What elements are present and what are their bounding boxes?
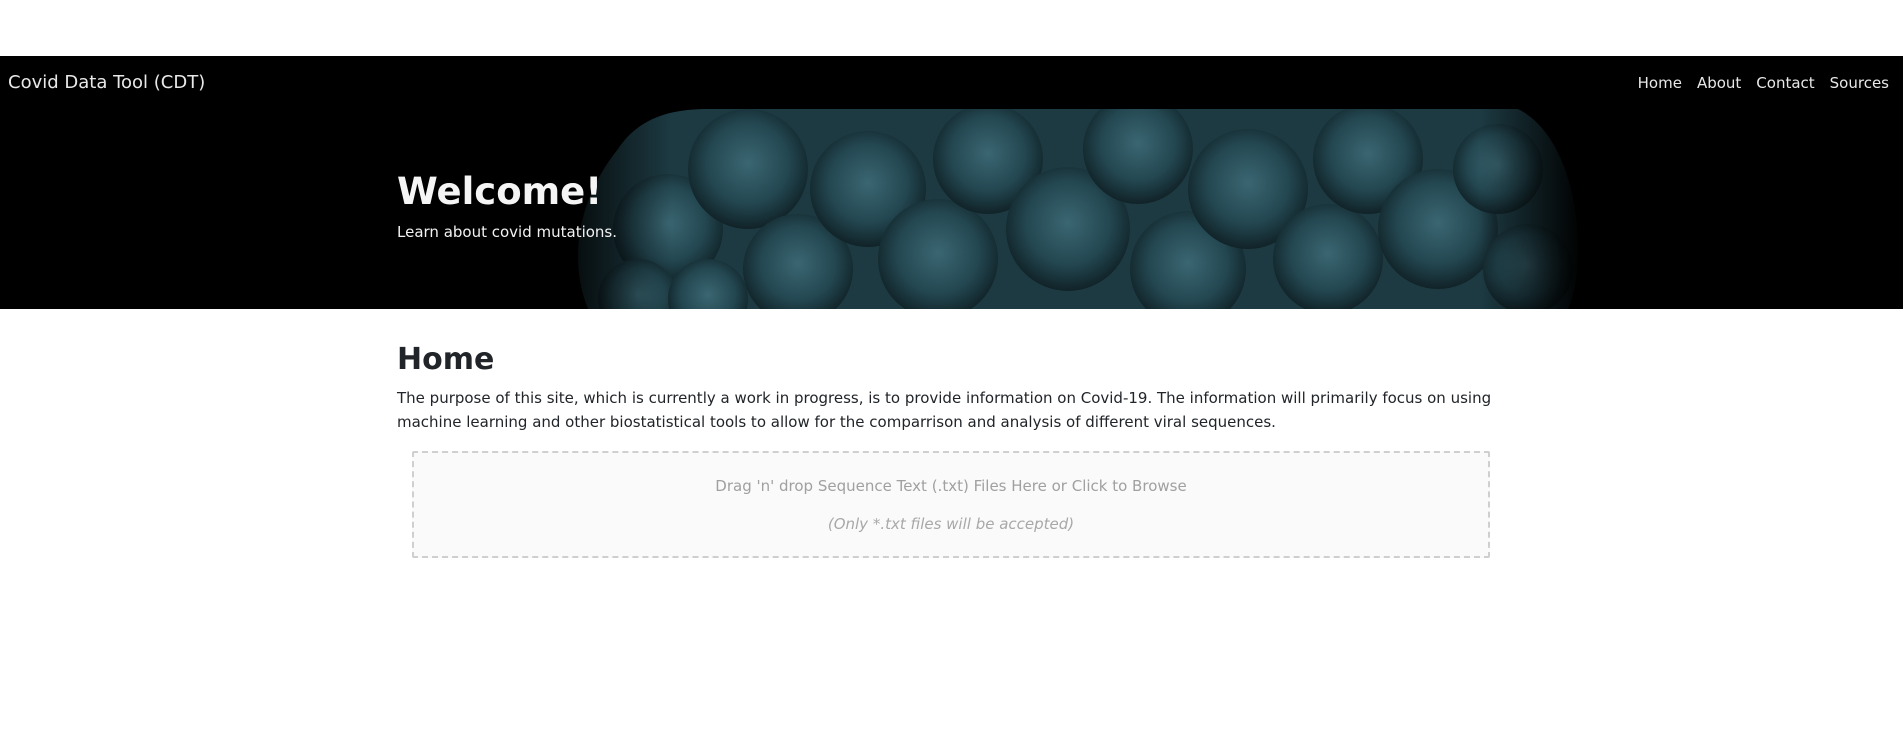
nav-links: Home About Contact Sources xyxy=(1638,56,1903,109)
nav-about-link[interactable]: About xyxy=(1697,74,1741,92)
main-content: Home The purpose of this site, which is … xyxy=(397,342,1502,558)
file-dropzone[interactable]: Drag 'n' drop Sequence Text (.txt) Files… xyxy=(412,451,1490,558)
nav-home-link[interactable]: Home xyxy=(1638,74,1682,92)
page-title: Home xyxy=(397,342,495,377)
dropzone-note: (Only *.txt files will be accepted) xyxy=(827,515,1075,533)
hero-title: Welcome! xyxy=(397,170,603,213)
hero-subtitle: Learn about covid mutations. xyxy=(397,222,618,241)
hero-text: Welcome! Learn about covid mutations. xyxy=(397,170,618,241)
page-description: The purpose of this site, which is curre… xyxy=(397,389,1492,431)
navbar: Covid Data Tool (CDT) Home About Contact… xyxy=(0,56,1903,109)
virus-image xyxy=(548,109,1583,309)
brand-link[interactable]: Covid Data Tool (CDT) xyxy=(8,72,205,93)
nav-contact-link[interactable]: Contact xyxy=(1756,74,1814,92)
hero-banner: Welcome! Learn about covid mutations. xyxy=(0,109,1903,309)
dropzone-prompt: Drag 'n' drop Sequence Text (.txt) Files… xyxy=(715,477,1187,495)
top-spacer xyxy=(0,0,1903,56)
nav-sources-link[interactable]: Sources xyxy=(1830,74,1889,92)
